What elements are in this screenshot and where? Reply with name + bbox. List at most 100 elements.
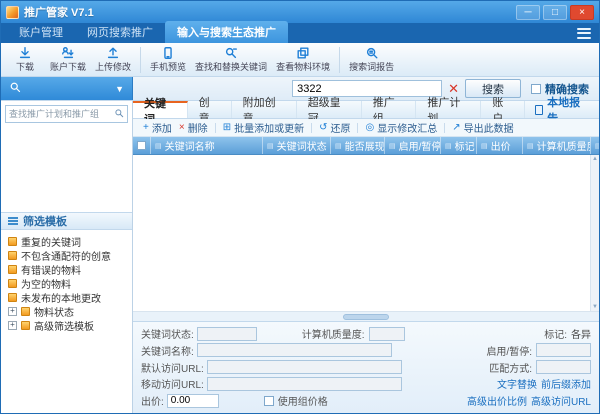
app-icon [6, 6, 19, 19]
column-mobile-quality[interactable]: ▤移动质量度 [591, 137, 599, 154]
campaign-tree-area[interactable] [1, 127, 132, 212]
batch-icon: ⊞ [223, 123, 231, 133]
filter-icon [8, 279, 17, 288]
search-icon [9, 81, 21, 96]
upload-icon [106, 46, 120, 60]
local-report-button[interactable]: 本地报告 [525, 101, 599, 118]
advanced-url-link[interactable]: 高级访问URL [531, 393, 591, 408]
close-button[interactable]: × [570, 5, 594, 20]
column-can-show[interactable]: ▤能否展现 [331, 137, 385, 154]
export-data-button[interactable]: ↗ 导出此数据 [452, 120, 513, 135]
tree-item-material-status[interactable]: + 物料状态 [8, 304, 130, 318]
search-icon [114, 108, 127, 121]
minimize-button[interactable]: ─ [516, 5, 540, 20]
scroll-up-icon[interactable]: ▲ [592, 156, 598, 162]
keyword-status-field[interactable] [197, 327, 257, 341]
search-scope-dropdown[interactable]: ▼ [1, 77, 133, 100]
column-icon: ▤ [527, 142, 534, 150]
download-icon [18, 46, 32, 60]
panel-splitter-handle[interactable] [343, 314, 389, 320]
show-changes-summary-button[interactable]: ◎ 显示修改汇总 [365, 120, 437, 135]
column-pc-quality[interactable]: ▤计算机质量度 [523, 137, 591, 154]
enable-pause-field[interactable] [536, 343, 591, 357]
use-group-price-toggle[interactable]: 使用组价格 [264, 393, 328, 408]
column-bid[interactable]: ▤出价 [477, 137, 523, 154]
view-material-env-button[interactable]: 查看物料环境 [276, 46, 330, 73]
upload-changes-button[interactable]: 上传修改 [95, 46, 131, 73]
tab-creatives[interactable]: 创意 [188, 101, 232, 118]
mobile-url-field[interactable] [207, 377, 402, 391]
column-enable-pause[interactable]: ▤启用/暂停 [385, 137, 441, 154]
bid-field[interactable] [167, 394, 219, 408]
menu-tab-input-eco[interactable]: 输入与搜索生态推广 [165, 21, 288, 43]
campaign-search-input[interactable] [6, 109, 114, 119]
tab-campaigns[interactable]: 推广计划 [416, 101, 481, 118]
pc-quality-label: 计算机质量度: [302, 326, 365, 341]
tab-extra-creatives[interactable]: 附加创意 [232, 101, 297, 118]
pc-quality-field[interactable] [369, 327, 405, 341]
batch-add-update-button[interactable]: ⊞ 批量添加或更新 [223, 120, 304, 135]
select-all-checkbox[interactable] [133, 137, 151, 154]
add-button[interactable]: + 添加 [143, 120, 172, 135]
window-controls: ─ □ × [516, 5, 594, 20]
column-icon: ▤ [267, 142, 274, 150]
list-icon [8, 217, 18, 225]
mobile-url-label: 移动访问URL: [141, 376, 204, 391]
table-empty-area [133, 155, 590, 311]
search-term-report-button[interactable]: 搜索词报告 [349, 46, 394, 73]
keyword-name-label: 关键词名称: [141, 343, 194, 358]
filter-template-header[interactable]: 筛选模板 [1, 212, 132, 230]
column-keyword-name[interactable]: ▤关键词名称 [151, 137, 263, 154]
tree-item-unpublished-changes[interactable]: 未发布的本地更改 [8, 290, 130, 304]
keyword-name-field[interactable] [197, 343, 392, 357]
tab-super-crown[interactable]: 超级皇冠 [297, 101, 362, 118]
tree-item-advanced-filter-template[interactable]: + 高级筛选模板 [8, 318, 130, 332]
table-body: ▲ ▼ [133, 155, 599, 311]
default-url-label: 默认访问URL: [141, 360, 204, 375]
menu-tab-account[interactable]: 账户管理 [7, 21, 75, 43]
toolbar-divider [339, 47, 340, 73]
action-toolbar: + 添加 × 删除 ⊞ 批量添加或更新 ↺ 还原 [133, 119, 599, 137]
vertical-scrollbar[interactable]: ▲ ▼ [590, 155, 599, 311]
restore-button[interactable]: ↺ 还原 [319, 120, 350, 135]
delete-button[interactable]: × 删除 [179, 120, 208, 135]
menu-tab-web-search[interactable]: 网页搜索推广 [75, 21, 165, 43]
maximize-button[interactable]: □ [543, 5, 567, 20]
find-replace-keyword-button[interactable]: 查找和替换关键词 [195, 46, 267, 73]
column-keyword-status[interactable]: ▤关键词状态 [263, 137, 331, 154]
keyword-status-label: 关键词状态: [141, 326, 194, 341]
account-download-icon [61, 46, 75, 60]
detail-panel: 关键词状态: 计算机质量度: 移动质量度: 关键词名称: [133, 321, 599, 413]
tree-item-error-materials[interactable]: 有错误的物料 [8, 262, 130, 276]
horizontal-scrollbar[interactable] [133, 311, 599, 321]
scroll-down-icon[interactable]: ▼ [592, 304, 598, 310]
tab-keywords[interactable]: 关键词 [133, 101, 188, 118]
use-group-price-checkbox[interactable] [264, 396, 274, 406]
folder-icon [21, 307, 30, 316]
account-download-button[interactable]: 账户下载 [50, 46, 86, 73]
advanced-bid-link[interactable]: 高级出价比例 [467, 393, 527, 408]
titlebar: 推广管家 V7.1 ─ □ × [1, 1, 599, 23]
column-mark[interactable]: ▤标记 [441, 137, 477, 154]
hamburger-menu-icon[interactable] [577, 28, 591, 39]
exact-search-checkbox[interactable] [531, 84, 541, 94]
match-type-field[interactable] [536, 360, 591, 374]
filter-template-tree: 重复的关键词 不包含通配符的创意 有错误的物料 为空的物料 未发布的本地更改 [1, 230, 132, 336]
download-button[interactable]: 下载 [9, 46, 41, 73]
prefix-suffix-add-link[interactable]: 前后缀添加 [541, 376, 591, 391]
expander-plus-icon[interactable]: + [8, 307, 17, 316]
menubar: 账户管理 网页搜索推广 输入与搜索生态推广 [1, 23, 599, 43]
column-icon: ▤ [595, 142, 599, 150]
enable-pause-label: 启用/暂停: [486, 343, 532, 358]
mark-value: 各异 [571, 326, 591, 341]
default-url-field[interactable] [207, 360, 402, 374]
phone-preview-button[interactable]: 手机预览 [150, 46, 186, 73]
text-replace-link[interactable]: 文字替换 [497, 376, 537, 391]
expander-plus-icon[interactable]: + [8, 321, 17, 330]
tree-item-duplicate-keywords[interactable]: 重复的关键词 [8, 234, 130, 248]
tree-item-no-wildcard-creatives[interactable]: 不包含通配符的创意 [8, 248, 130, 262]
tab-account[interactable]: 账户 [481, 101, 525, 118]
tree-item-empty-materials[interactable]: 为空的物料 [8, 276, 130, 290]
tab-adgroups[interactable]: 推广组 [362, 101, 417, 118]
content: 筛选模板 重复的关键词 不包含通配符的创意 有错误的物料 为空的物料 [1, 101, 599, 413]
